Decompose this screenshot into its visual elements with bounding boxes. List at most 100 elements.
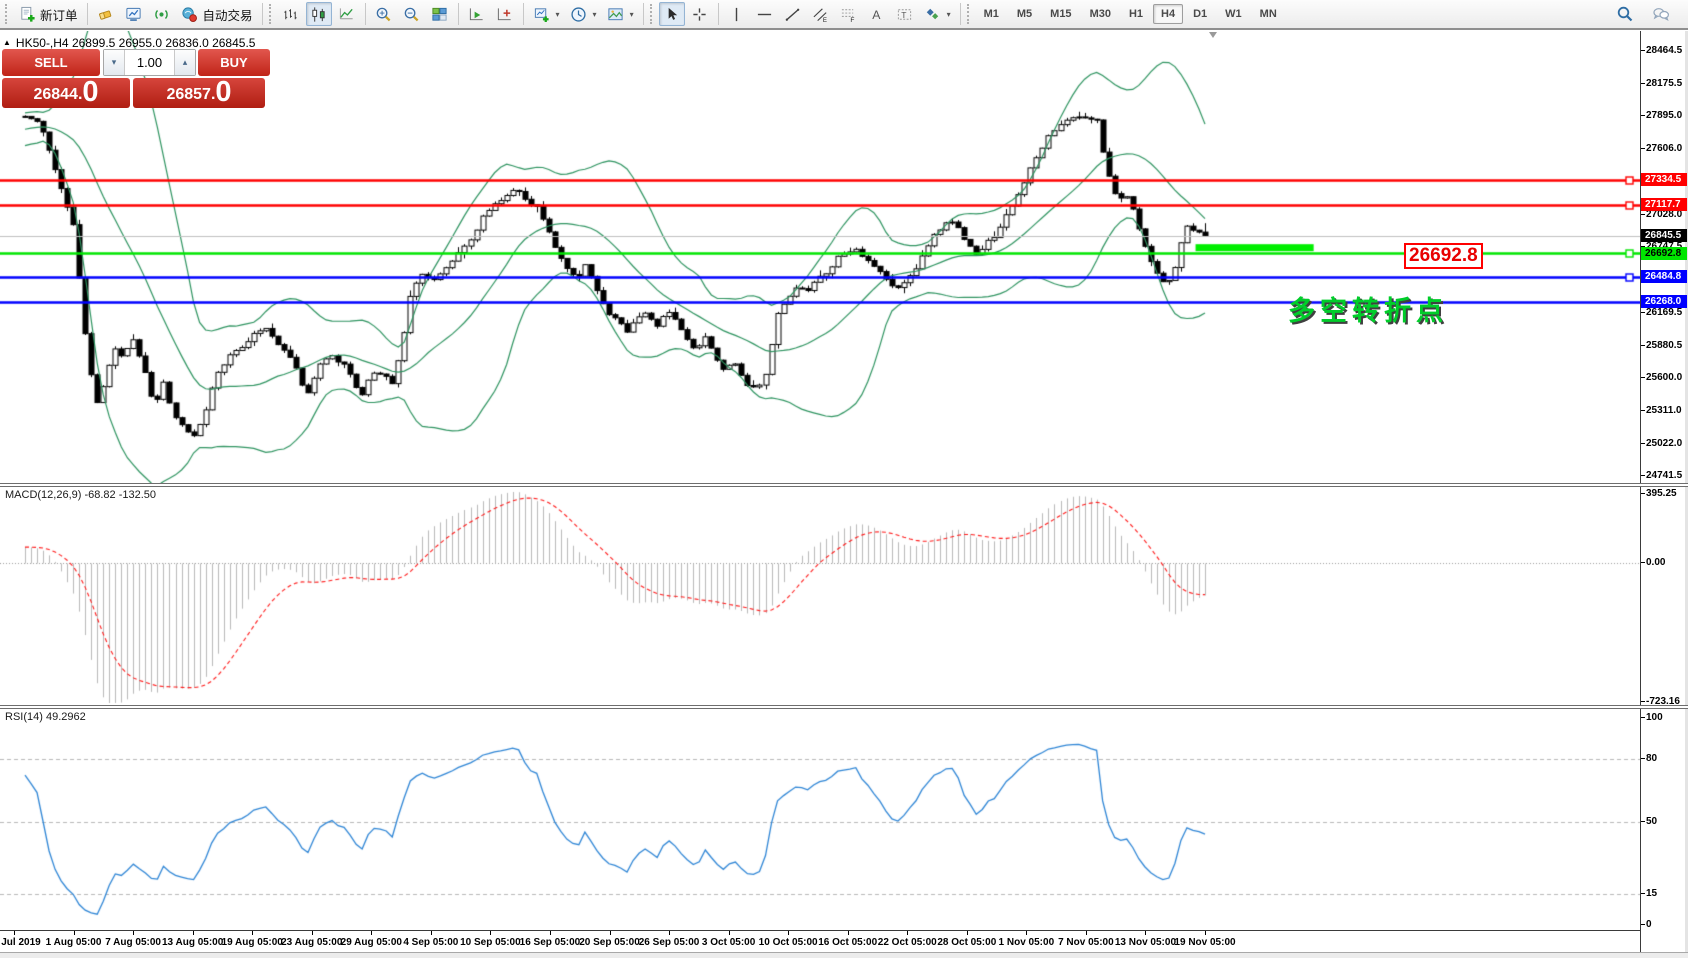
time-axis-label: 7 Aug 05:00	[105, 937, 161, 948]
auto-scroll-icon	[468, 5, 486, 23]
timeframe-h4-button[interactable]: H4	[1153, 4, 1184, 24]
auto-scroll-button[interactable]	[464, 2, 490, 26]
rsi-indicator-label: RSI(14) 49.2962	[5, 711, 86, 723]
tile-windows-button[interactable]	[427, 2, 453, 26]
chart-shift-button[interactable]	[492, 2, 518, 26]
time-axis-tickmark	[312, 931, 313, 935]
zoom-in-icon	[375, 5, 393, 23]
rsi-panel-canvas[interactable]	[0, 709, 1640, 930]
new-order-button[interactable]: 新订单	[14, 2, 82, 26]
bid-price-pip: 0	[82, 76, 99, 108]
price-axis-tick: 24741.5	[1640, 470, 1683, 482]
time-axis-label: 26 Jul 2019	[0, 937, 41, 948]
time-axis-label: 10 Sep 05:00	[460, 937, 521, 948]
timeframe-w1-button[interactable]: W1	[1217, 4, 1250, 24]
svg-text:F: F	[850, 17, 854, 23]
ask-price-display[interactable]: 26857. 0	[133, 78, 265, 108]
toolbar-grip[interactable]	[268, 4, 273, 24]
timeframe-m30-button[interactable]: M30	[1082, 4, 1119, 24]
time-axis-label: 19 Aug 05:00	[221, 937, 283, 948]
fibonacci-button[interactable]: F	[836, 2, 862, 26]
time-axis-label: 16 Sep 05:00	[519, 937, 581, 948]
timeframe-d1-button[interactable]: D1	[1185, 4, 1215, 24]
toolbar-separator	[717, 3, 719, 25]
svg-text:E: E	[823, 17, 827, 23]
templates-button[interactable]: ▾	[603, 2, 638, 26]
volume-increase-button[interactable]: ▴	[174, 50, 195, 75]
label-icon: T	[896, 5, 914, 23]
timeframe-mn-button[interactable]: MN	[1252, 4, 1285, 24]
zoom-in-button[interactable]	[371, 2, 397, 26]
new-chart-icon	[533, 5, 551, 23]
toolbar-grip[interactable]	[649, 4, 654, 24]
rsi-axis-tick: 100	[1641, 712, 1663, 723]
time-axis-tickmark	[788, 931, 789, 935]
macd-panel-divider[interactable]	[0, 483, 1688, 487]
periods-button[interactable]: ▾	[566, 2, 601, 26]
signal-button[interactable]	[149, 2, 175, 26]
buy-button[interactable]: BUY	[198, 49, 270, 76]
price-axis-tick: 28464.5	[1640, 44, 1683, 56]
time-axis-label: 13 Aug 05:00	[161, 937, 224, 948]
new-order-label: 新订单	[40, 8, 78, 23]
shapes-icon	[924, 5, 942, 23]
terminal-button[interactable]	[121, 2, 147, 26]
crosshair-icon	[691, 5, 709, 23]
text-label-button[interactable]: T	[892, 2, 918, 26]
search-icon	[1616, 5, 1634, 23]
cursor-button[interactable]	[658, 2, 685, 26]
dropdown-caret-icon[interactable]: ▾	[593, 10, 597, 19]
rsi-panel-divider[interactable]	[0, 705, 1688, 709]
time-axis-tickmark	[1086, 931, 1087, 935]
vertical-line-button[interactable]	[724, 2, 750, 26]
autotrading-button[interactable]: 自动交易	[177, 2, 257, 26]
shapes-button[interactable]: ▾	[920, 2, 955, 26]
toolbar-grip[interactable]	[966, 4, 971, 24]
crosshair-button[interactable]	[687, 2, 713, 26]
rsi-axis-tick: 80	[1640, 753, 1658, 765]
toolbar: 新订单 自动交易 ▾ ▾ ▾ E F A T ▾ M1 M5 M15 M30 H1 H4 D1 W1 MN	[0, 0, 1688, 30]
new-order-icon	[18, 5, 36, 23]
candlestick-mode-button[interactable]	[305, 2, 332, 26]
trendline-button[interactable]	[780, 2, 806, 26]
text-button[interactable]: A	[864, 2, 890, 26]
line-chart-mode-button[interactable]	[334, 2, 360, 26]
time-axis-label: 26 Sep 05:00	[638, 937, 700, 948]
new-chart-button[interactable]: ▾	[529, 2, 564, 26]
equidistant-channel-button[interactable]: E	[808, 2, 834, 26]
time-axis-label: 10 Oct 05:00	[758, 937, 818, 948]
zoom-out-button[interactable]	[399, 2, 425, 26]
dropdown-caret-icon[interactable]: ▾	[947, 10, 951, 19]
volume-input[interactable]	[125, 50, 174, 75]
bid-price-display[interactable]: 26844. 0	[2, 78, 130, 108]
toolbar-grip[interactable]	[5, 4, 9, 24]
signal-icon	[153, 5, 171, 23]
symbol-ohlc-text: HK50-,H4 26899.5 26955.0 26836.0 26845.5	[15, 36, 256, 50]
chat-button[interactable]	[1648, 2, 1674, 26]
dropdown-caret-icon[interactable]: ▾	[556, 10, 560, 19]
time-axis-tickmark	[490, 931, 491, 935]
time-axis-tickmark	[74, 931, 75, 935]
fibonacci-icon: F	[840, 5, 858, 23]
volume-spinner: ▾ ▴	[103, 49, 196, 76]
toolbar-right	[1612, 2, 1684, 26]
chart-shift-marker-icon[interactable]	[1209, 32, 1217, 38]
horizontal-line-button[interactable]	[752, 2, 778, 26]
timeframe-h1-button[interactable]: H1	[1121, 4, 1151, 24]
time-axis-label: 7 Nov 05:00	[1058, 937, 1114, 948]
search-button[interactable]	[1612, 2, 1638, 26]
time-axis-tickmark	[431, 931, 432, 935]
timeframe-m1-button[interactable]: M1	[976, 4, 1007, 24]
volume-decrease-button[interactable]: ▾	[104, 50, 125, 75]
eraser-button[interactable]	[93, 2, 119, 26]
timeframe-m5-button[interactable]: M5	[1009, 4, 1040, 24]
bar-chart-mode-button[interactable]	[278, 2, 304, 26]
timeframe-m15-button[interactable]: M15	[1042, 4, 1079, 24]
price-callout-box: 26692.8	[1404, 243, 1483, 269]
line-chart-icon	[338, 5, 356, 23]
toolbar-separator	[364, 3, 366, 25]
macd-panel-canvas[interactable]	[0, 487, 1640, 705]
dropdown-caret-icon[interactable]: ▾	[630, 10, 634, 19]
price-tag-26845.5: 26845.5	[1641, 229, 1687, 242]
sell-button[interactable]: SELL	[2, 49, 100, 76]
